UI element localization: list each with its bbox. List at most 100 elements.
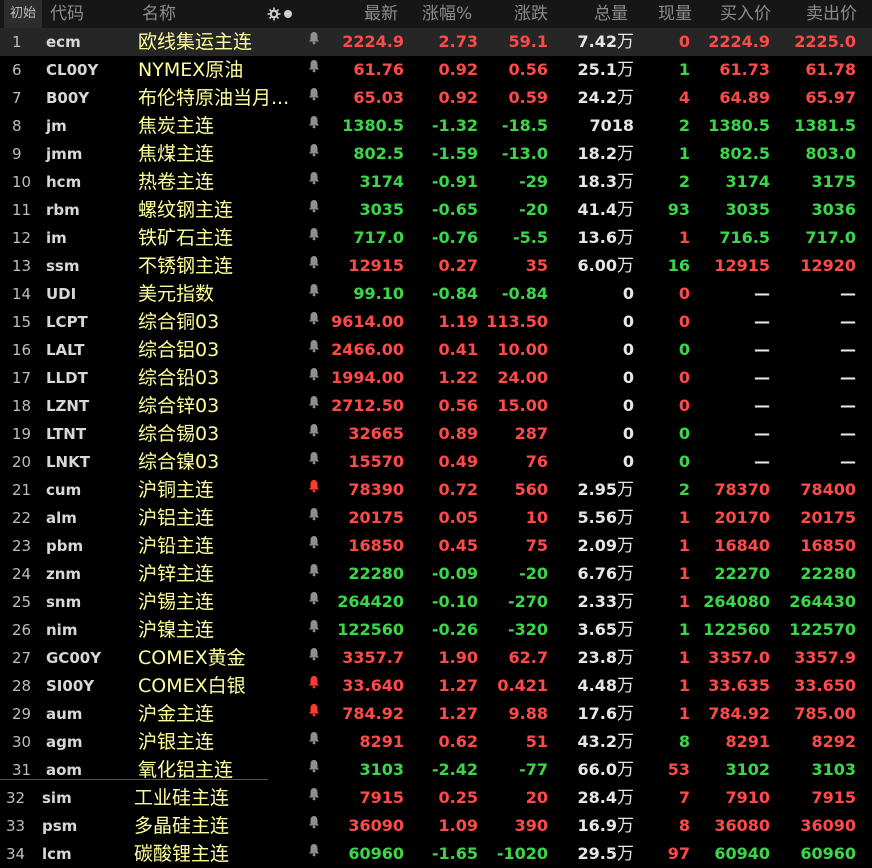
contract-code[interactable]: hcm xyxy=(46,168,126,196)
contract-code[interactable]: snm xyxy=(46,588,126,616)
contract-name[interactable]: 工业硅主连 xyxy=(134,784,294,812)
contract-code[interactable]: alm xyxy=(46,504,126,532)
table-row[interactable]: 17 LLDT 综合铅03 1994.00 1.22 24.00 0 0 — — xyxy=(0,364,872,392)
ask-price: 803.0 xyxy=(805,144,856,163)
table-row[interactable]: 33 psm 多晶硅主连 36090 1.09 390 16.9万 8 36080 36090 xyxy=(0,812,872,840)
contract-name[interactable]: 不锈钢主连 xyxy=(138,252,298,280)
header-volume[interactable]: 总量 xyxy=(594,0,628,28)
contract-code[interactable]: agm xyxy=(46,728,126,756)
change-percent: 0.45 xyxy=(438,536,478,555)
ask-price: 1381.5 xyxy=(794,116,856,135)
table-row[interactable]: 26 nim 沪镍主连 122560 -0.26 -320 3.65万 1 122560 1225… xyxy=(0,616,872,644)
header-last[interactable]: 最新 xyxy=(364,0,398,28)
table-row[interactable]: 21 cum 沪铜主连 78390 0.72 560 2.95万 2 78370 78400 xyxy=(0,476,872,504)
contract-code[interactable]: LCPT xyxy=(46,308,126,336)
table-row[interactable]: 18 LZNT 综合锌03 2712.50 0.56 15.00 0 0 — — xyxy=(0,392,872,420)
contract-code[interactable]: LTNT xyxy=(46,420,126,448)
contract-name[interactable]: 焦煤主连 xyxy=(138,140,298,168)
contract-name[interactable]: 沪铝主连 xyxy=(138,504,298,532)
contract-code[interactable]: UDI xyxy=(46,280,126,308)
contract-code[interactable]: LNKT xyxy=(46,448,126,476)
header-bid[interactable]: 买入价 xyxy=(720,0,771,28)
contract-name[interactable]: COMEX黄金 xyxy=(138,644,298,672)
contract-code[interactable]: im xyxy=(46,224,126,252)
table-row[interactable]: 16 LALT 综合铝03 2466.00 0.41 10.00 0 0 — — xyxy=(0,336,872,364)
contract-name[interactable]: 欧线集运主连 xyxy=(138,28,298,56)
column-settings-icon[interactable] xyxy=(266,6,294,22)
header-ask[interactable]: 卖出价 xyxy=(806,0,857,28)
table-row[interactable]: 11 rbm 螺纹钢主连 3035 -0.65 -20 41.4万 93 3035 3036 xyxy=(0,196,872,224)
contract-name[interactable]: 多晶硅主连 xyxy=(134,812,294,840)
contract-name[interactable]: 螺纹钢主连 xyxy=(138,196,298,224)
contract-name[interactable]: 综合锡03 xyxy=(138,420,298,448)
contract-code[interactable]: CL00Y xyxy=(46,56,126,84)
table-row[interactable]: 30 agm 沪银主连 8291 0.62 51 43.2万 8 8291 8292 xyxy=(0,728,872,756)
contract-code[interactable]: LZNT xyxy=(46,392,126,420)
contract-code[interactable]: ecm xyxy=(46,28,126,56)
header-cur-vol[interactable]: 现量 xyxy=(658,0,692,28)
contract-name[interactable]: 沪铅主连 xyxy=(138,532,298,560)
contract-code[interactable]: sim xyxy=(42,784,122,812)
table-row[interactable]: 10 hcm 热卷主连 3174 -0.91 -29 18.3万 2 3174 3175 xyxy=(0,168,872,196)
table-row[interactable]: 23 pbm 沪铅主连 16850 0.45 75 2.09万 1 16840 16850 xyxy=(0,532,872,560)
table-row[interactable]: 6 CL00Y NYMEX原油 61.76 0.92 0.56 25.1万 1 61.73 61.… xyxy=(0,56,872,84)
table-row[interactable]: 7 B00Y 布伦特原油当月... 65.03 0.92 0.59 24.2万 4 64.89 6… xyxy=(0,84,872,112)
contract-name[interactable]: 焦炭主连 xyxy=(138,112,298,140)
table-row[interactable]: 1 ecm 欧线集运主连 2224.9 2.73 59.1 7.42万 0 2224.9 2225… xyxy=(0,28,872,56)
table-row[interactable]: 15 LCPT 综合铜03 9614.00 1.19 113.50 0 0 — — xyxy=(0,308,872,336)
contract-code[interactable]: ssm xyxy=(46,252,126,280)
contract-name[interactable]: 美元指数 xyxy=(138,280,298,308)
contract-code[interactable]: jm xyxy=(46,112,126,140)
contract-code[interactable]: GC00Y xyxy=(46,644,126,672)
table-row[interactable]: 13 ssm 不锈钢主连 12915 0.27 35 6.00万 16 12915 12920 xyxy=(0,252,872,280)
contract-code[interactable]: SI00Y xyxy=(46,672,126,700)
contract-name[interactable]: 沪银主连 xyxy=(138,728,298,756)
contract-name[interactable]: 布伦特原油当月... xyxy=(138,84,298,112)
table-row[interactable]: 27 GC00Y COMEX黄金 3357.7 1.90 62.7 23.8万 1 3357.0… xyxy=(0,644,872,672)
contract-name[interactable]: 沪锌主连 xyxy=(138,560,298,588)
table-row[interactable]: 19 LTNT 综合锡03 32665 0.89 287 0 0 — — xyxy=(0,420,872,448)
contract-code[interactable]: pbm xyxy=(46,532,126,560)
contract-code[interactable]: B00Y xyxy=(46,84,126,112)
table-row[interactable]: 29 aum 沪金主连 784.92 1.27 9.88 17.6万 1 784.92 785.0… xyxy=(0,700,872,728)
table-row[interactable]: 32 sim 工业硅主连 7915 0.25 20 28.4万 7 7910 7915 xyxy=(0,784,872,812)
contract-code[interactable]: LLDT xyxy=(46,364,126,392)
last-price: 3174 xyxy=(359,172,404,191)
header-code[interactable]: 代码 xyxy=(50,0,84,28)
contract-name[interactable]: NYMEX原油 xyxy=(138,56,298,84)
contract-name[interactable]: 热卷主连 xyxy=(138,168,298,196)
table-row[interactable]: 25 snm 沪锡主连 264420 -0.10 -270 2.33万 1 264080 2644… xyxy=(0,588,872,616)
contract-name[interactable]: 沪镍主连 xyxy=(138,616,298,644)
contract-name[interactable]: 沪铜主连 xyxy=(138,476,298,504)
header-chg-pct[interactable]: 涨幅% xyxy=(422,0,472,28)
table-row[interactable]: 24 znm 沪锌主连 22280 -0.09 -20 6.76万 1 22270 22280 xyxy=(0,560,872,588)
contract-name[interactable]: 综合镍03 xyxy=(138,448,298,476)
table-row[interactable]: 9 jmm 焦煤主连 802.5 -1.59 -13.0 18.2万 1 802.5 803.0 xyxy=(0,140,872,168)
contract-code[interactable]: jmm xyxy=(46,140,126,168)
contract-name[interactable]: COMEX白银 xyxy=(138,672,298,700)
contract-name[interactable]: 综合锌03 xyxy=(138,392,298,420)
contract-code[interactable]: cum xyxy=(46,476,126,504)
header-name[interactable]: 名称 xyxy=(142,0,176,28)
table-row[interactable]: 8 jm 焦炭主连 1380.5 -1.32 -18.5 7018 2 1380.5 1381.5 xyxy=(0,112,872,140)
contract-code[interactable]: LALT xyxy=(46,336,126,364)
contract-name[interactable]: 沪金主连 xyxy=(138,700,298,728)
contract-code[interactable]: nim xyxy=(46,616,126,644)
contract-name[interactable]: 沪锡主连 xyxy=(138,588,298,616)
contract-name[interactable]: 铁矿石主连 xyxy=(138,224,298,252)
table-row[interactable]: 20 LNKT 综合镍03 15570 0.49 76 0 0 — — xyxy=(0,448,872,476)
contract-code[interactable]: psm xyxy=(42,812,122,840)
contract-name[interactable]: 综合铜03 xyxy=(138,308,298,336)
contract-code[interactable]: rbm xyxy=(46,196,126,224)
table-row[interactable]: 14 UDI 美元指数 99.10 -0.84 -0.84 0 0 — — xyxy=(0,280,872,308)
contract-name[interactable]: 综合铅03 xyxy=(138,364,298,392)
header-chg[interactable]: 涨跌 xyxy=(514,0,548,28)
table-row[interactable]: 22 alm 沪铝主连 20175 0.05 10 5.56万 1 20170 20175 xyxy=(0,504,872,532)
contract-code[interactable]: aum xyxy=(46,700,126,728)
table-row[interactable]: 12 im 铁矿石主连 717.0 -0.76 -5.5 13.6万 1 716.5 717.0 xyxy=(0,224,872,252)
contract-name[interactable]: 综合铝03 xyxy=(138,336,298,364)
contract-code[interactable]: znm xyxy=(46,560,126,588)
bid-price: — xyxy=(754,452,770,471)
table-row[interactable]: 28 SI00Y COMEX白银 33.640 1.27 0.421 4.48万 1 33.63… xyxy=(0,672,872,700)
header-index[interactable]: 初始 xyxy=(4,0,42,28)
